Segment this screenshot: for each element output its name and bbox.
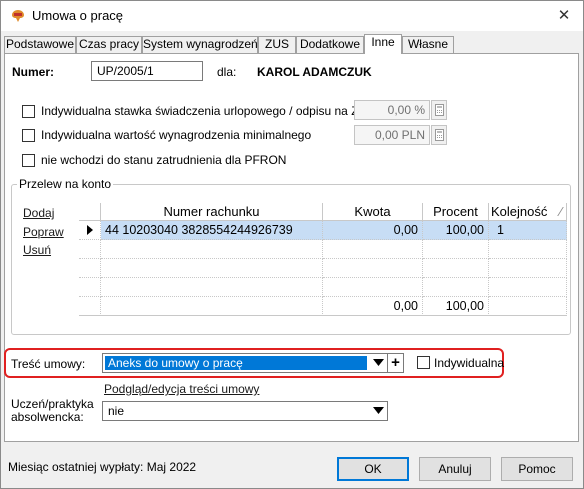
pfron-label: nie wchodzi do stanu zatrudnienia dla PF… [41, 153, 287, 167]
close-icon[interactable]: ✕ [549, 4, 579, 28]
empty-cell [79, 240, 101, 259]
chevron-down-icon [373, 407, 384, 414]
numer-field[interactable]: UP/2005/1 [91, 61, 203, 81]
tab-dodatkowe[interactable]: Dodatkowe [296, 36, 364, 53]
ok-button[interactable]: OK [337, 457, 409, 481]
wynagrodzenie-label: Indywidualna wartość wynagrodzenia minim… [41, 128, 312, 142]
table-cell-kwota[interactable]: 0,00 [323, 221, 423, 240]
stawka-calc-button [431, 100, 447, 120]
uczen-label-line2: absolwencka: [11, 410, 84, 424]
tab-wlasne[interactable]: Własne [402, 36, 454, 53]
table-cell-procent[interactable]: 100,00 [423, 221, 489, 240]
empty-cell [489, 259, 567, 278]
totals-kwota: 0,00 [323, 297, 423, 316]
empty-cell [423, 240, 489, 259]
empty-cell [101, 259, 323, 278]
cancel-button[interactable]: Anuluj [419, 457, 491, 481]
accounts-grid: Numer rachunku Kwota Procent Kolejność ⁄… [79, 203, 567, 317]
empty-cell [489, 278, 567, 297]
pfron-checkbox[interactable] [22, 154, 35, 167]
header-kolejnosc[interactable]: Kolejność ⁄ [489, 203, 567, 221]
empty-cell [423, 259, 489, 278]
table-cell-account[interactable]: 44 10203040 3828554244926739 [101, 221, 323, 240]
edit-account-link[interactable]: Popraw [23, 225, 64, 239]
tab-podstawowe[interactable]: Podstawowe [4, 36, 76, 53]
wynagrodzenie-checkbox[interactable] [22, 129, 35, 142]
empty-cell [101, 240, 323, 259]
tresc-label: Treść umowy: [11, 357, 86, 371]
empty-cell [423, 278, 489, 297]
last-payment-status: Miesiąc ostatniej wypłaty: Maj 2022 [8, 460, 197, 474]
row-indicator-header [79, 203, 101, 221]
stawka-label: Indywidualna stawka świadczenia urlopowe… [41, 104, 382, 118]
totals-procent: 100,00 [423, 297, 489, 316]
uczen-selected-value: nie [108, 404, 125, 418]
tab-inne[interactable]: Inne [364, 34, 402, 54]
empty-cell [323, 240, 423, 259]
table-cell-kolejnosc[interactable]: 1 [489, 221, 567, 240]
header-kolejnosc-label: Kolejność [491, 204, 548, 219]
indywidualna-label: Indywidualna [434, 356, 505, 370]
empty-cell [323, 278, 423, 297]
title-bar: Umowa o pracę ✕ [1, 1, 583, 31]
row-pointer [79, 221, 101, 240]
calculator-icon [434, 104, 444, 116]
dla-label: dla: [217, 65, 237, 79]
calculator-icon [434, 129, 444, 141]
tab-system-wynagrodzen[interactable]: System wynagrodzeń [142, 36, 258, 53]
empty-cell [323, 259, 423, 278]
employee-name: KAROL ADAMCZUK [257, 65, 372, 79]
empty-cell [101, 278, 323, 297]
przelew-group-title: Przelew na konto [17, 177, 114, 191]
totals-kolejnosc [489, 297, 567, 316]
tresc-combobox[interactable]: Aneks do umowy o pracę [102, 353, 388, 373]
tresc-selected-value: Aneks do umowy o pracę [105, 356, 367, 370]
empty-cell [489, 240, 567, 259]
preview-edit-link[interactable]: Podgląd/edycja treści umowy [104, 382, 259, 396]
totals-indicator [79, 297, 101, 316]
add-account-link[interactable]: Dodaj [23, 206, 54, 220]
wynagrodzenie-calc-button [431, 125, 447, 145]
totals-label-cell [101, 297, 323, 316]
uczen-label-line1: Uczeń/praktyka [11, 397, 94, 411]
chevron-down-icon [373, 359, 384, 366]
row-pointer-icon [87, 225, 93, 235]
header-procent[interactable]: Procent [423, 203, 489, 221]
gt-app-icon [10, 9, 26, 23]
tab-czas-pracy[interactable]: Czas pracy [76, 36, 142, 53]
uczen-combobox[interactable]: nie [102, 401, 388, 421]
tab-zus[interactable]: ZUS [258, 36, 296, 53]
numer-label: Numer: [12, 65, 55, 79]
header-kwota[interactable]: Kwota [323, 203, 423, 221]
stawka-checkbox[interactable] [22, 105, 35, 118]
add-template-button[interactable]: + [387, 353, 404, 373]
empty-cell [79, 259, 101, 278]
window-title: Umowa o pracę [32, 8, 124, 23]
header-numer-rachunku[interactable]: Numer rachunku [101, 203, 323, 221]
help-button[interactable]: Pomoc [501, 457, 573, 481]
stawka-value: 0,00 % [354, 100, 430, 120]
indywidualna-checkbox[interactable] [417, 356, 430, 369]
wynagrodzenie-value: 0,00 PLN [354, 125, 430, 145]
dialog-window: Umowa o pracę ✕ Podstawowe Czas pracy Sy… [0, 0, 584, 489]
sort-icon: ⁄ [559, 204, 562, 219]
empty-cell [79, 278, 101, 297]
delete-account-link[interactable]: Usuń [23, 243, 51, 257]
